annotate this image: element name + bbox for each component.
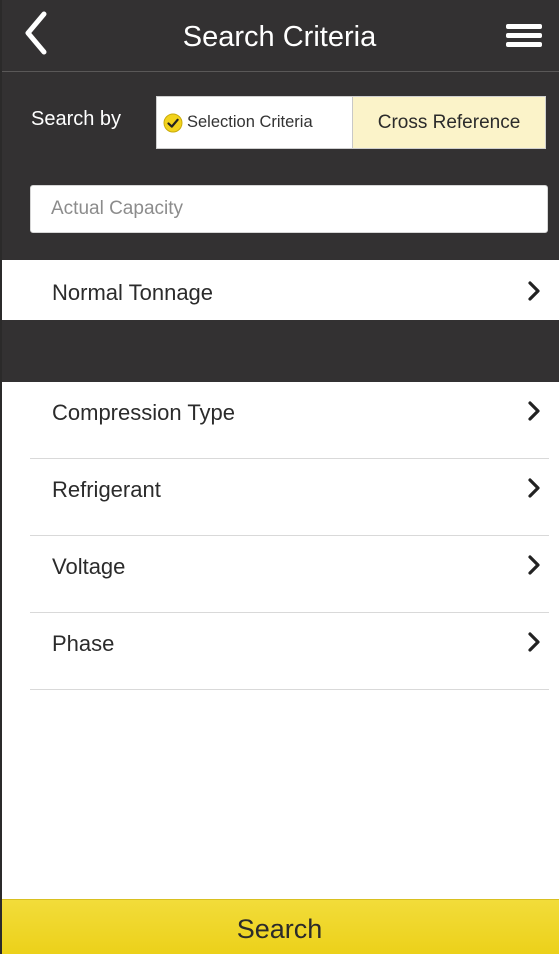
divider [30, 689, 549, 690]
section-separator [0, 320, 559, 382]
left-edge-bar [0, 0, 2, 954]
selection-criteria-label: Selection Criteria [187, 113, 313, 131]
chevron-left-icon [25, 11, 47, 55]
chevron-right-icon [528, 555, 540, 575]
list-item-compression-type[interactable]: Compression Type [0, 382, 559, 459]
list-item-label: Voltage [52, 554, 126, 579]
list-item-voltage[interactable]: Voltage [0, 536, 559, 613]
list-item-label: Phase [52, 631, 115, 656]
back-button[interactable] [18, 10, 62, 60]
normal-tonnage-label: Normal Tonnage [52, 280, 214, 305]
hamburger-menu-icon [506, 24, 542, 47]
header: Search Criteria Search by Selection Crit… [0, 0, 559, 260]
normal-tonnage-row[interactable]: Normal Tonnage [0, 260, 559, 320]
search-button[interactable]: Search [0, 899, 559, 954]
search-mode-toggle: Selection Criteria Cross Reference [156, 96, 546, 149]
chevron-right-icon [528, 632, 540, 652]
criteria-list: Compression Type Refrigerant Voltage Pha… [0, 382, 559, 690]
list-item-label: Refrigerant [52, 477, 161, 502]
chevron-right-icon [528, 478, 540, 498]
menu-button[interactable] [498, 16, 548, 56]
cross-reference-option[interactable]: Cross Reference [353, 97, 545, 148]
selection-criteria-option[interactable]: Selection Criteria [157, 97, 353, 148]
chevron-right-icon [528, 281, 540, 301]
actual-capacity-input[interactable] [30, 185, 548, 233]
chevron-right-icon [528, 401, 540, 421]
cross-reference-label: Cross Reference [377, 111, 521, 133]
page-title: Search Criteria [182, 21, 377, 53]
nav-bar: Search Criteria [0, 0, 559, 72]
check-circle-icon [163, 113, 183, 132]
list-item-refrigerant[interactable]: Refrigerant [0, 459, 559, 536]
list-item-label: Compression Type [52, 400, 236, 425]
search-by-label: Search by [31, 108, 122, 130]
search-criteria-screen: Search Criteria Search by Selection Crit… [0, 0, 559, 954]
list-item-phase[interactable]: Phase [0, 613, 559, 690]
